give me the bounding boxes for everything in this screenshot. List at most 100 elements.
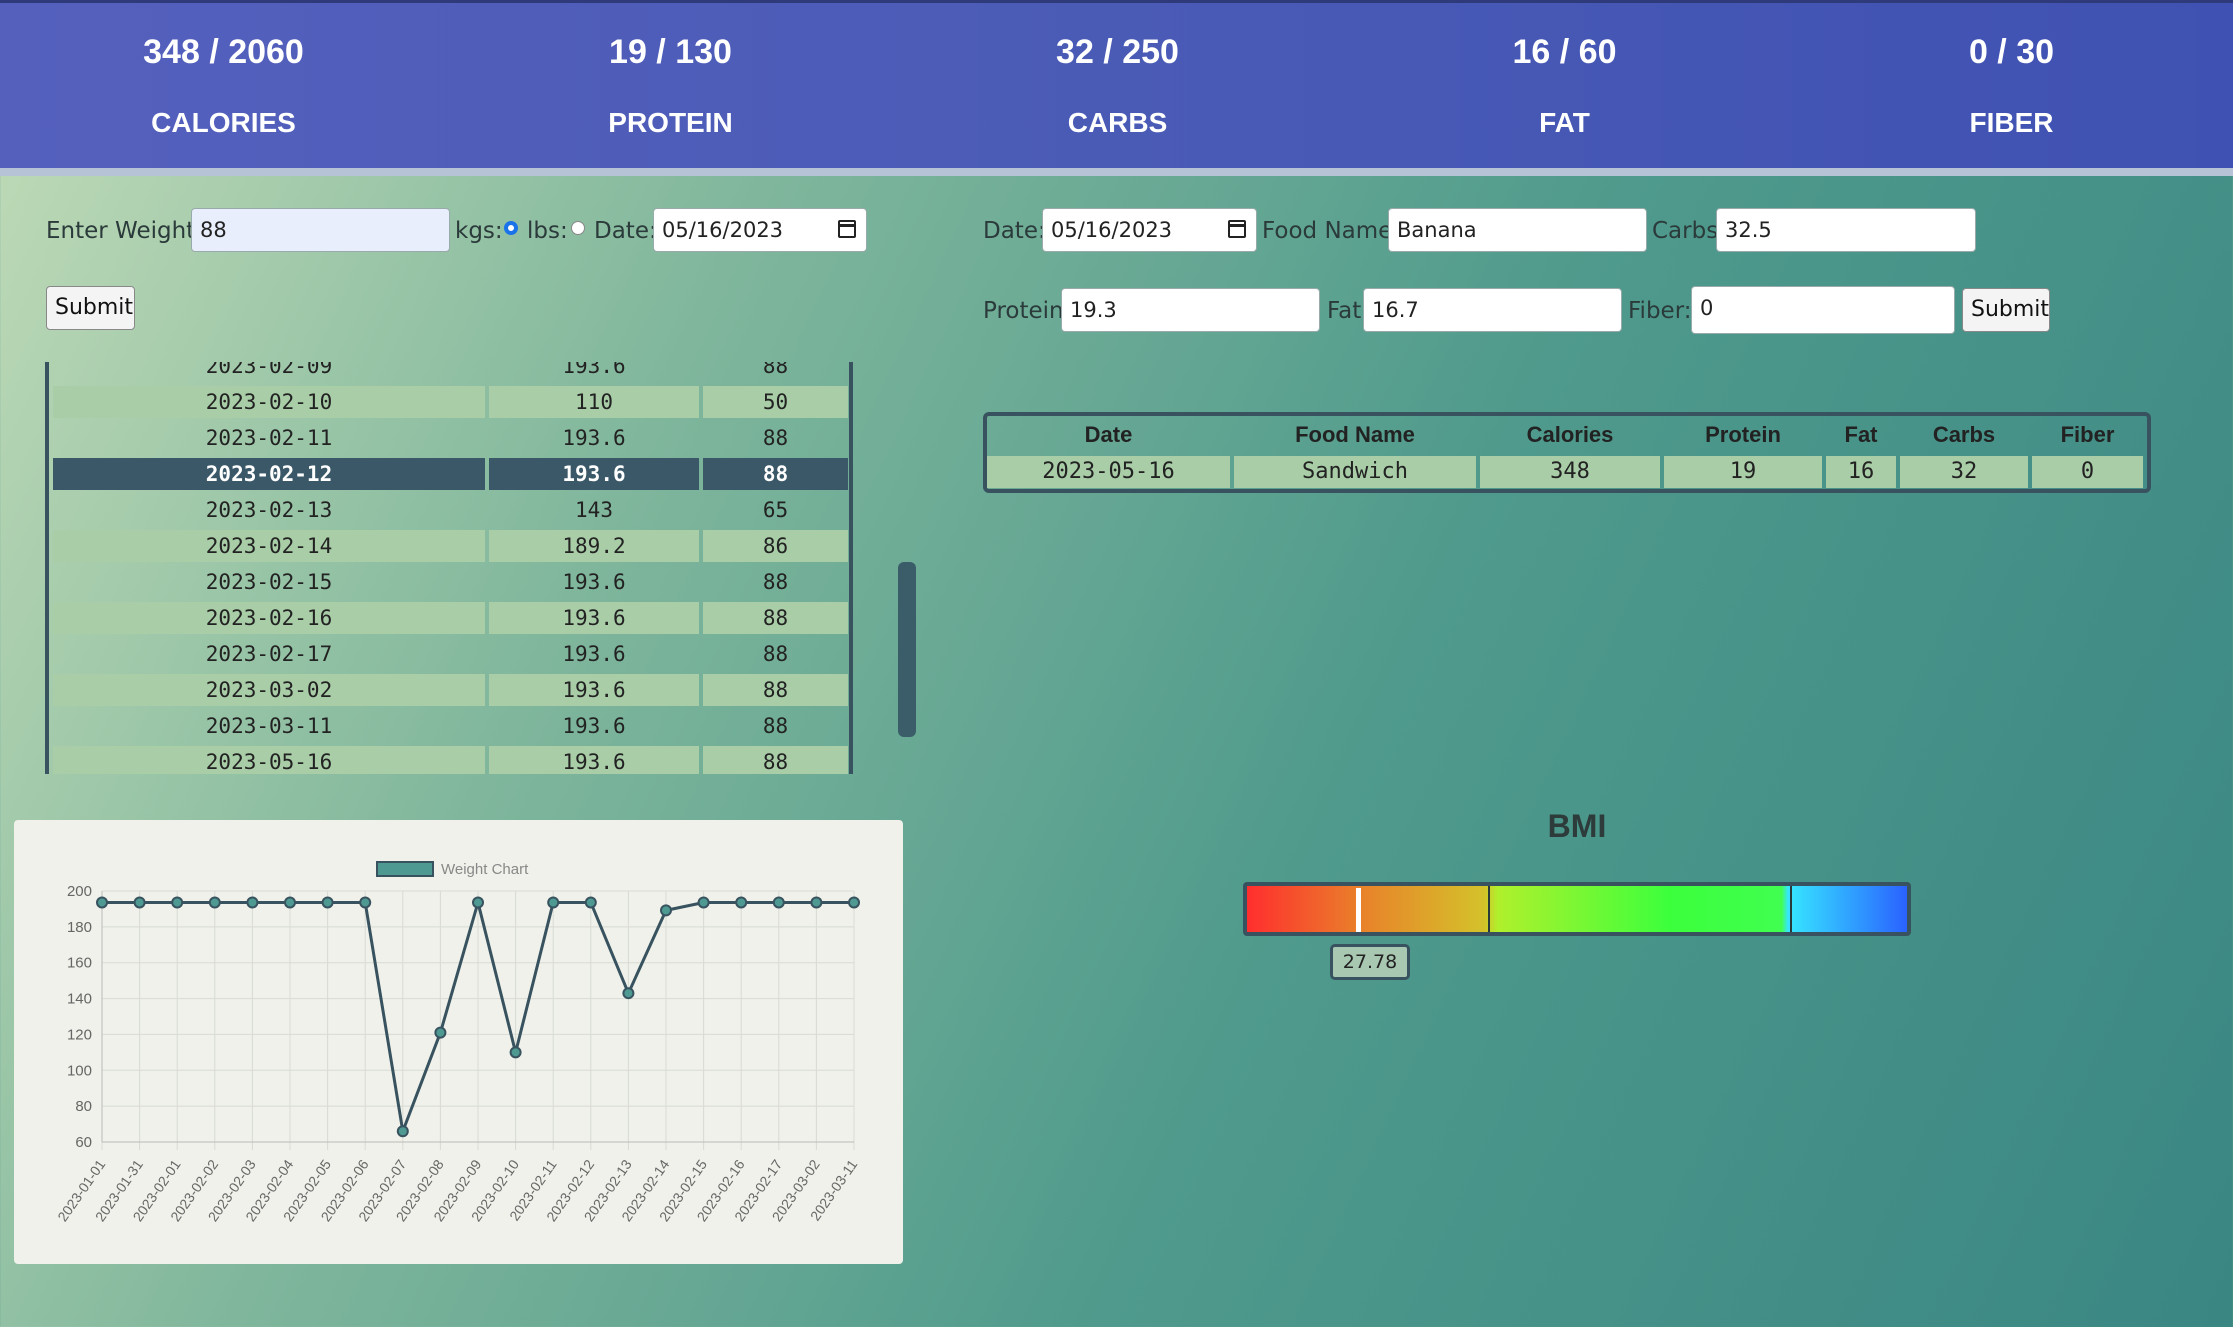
weight-cell-lbs: 193.6	[562, 714, 626, 738]
weight-cell-lbs: 193.6	[489, 674, 699, 706]
table-row[interactable]: 2023-02-10 110 50	[49, 386, 849, 422]
weight-cell-kgs: 88	[762, 642, 789, 666]
legend-swatch	[376, 861, 434, 877]
y-tick-label: 80	[75, 1098, 92, 1115]
table-row[interactable]: 2023-02-15 193.6 88	[49, 566, 849, 602]
calories-label: CALORIES	[151, 107, 296, 138]
table-row[interactable]: 2023-02-16 193.6 88	[49, 602, 849, 638]
y-tick-label: 160	[67, 955, 92, 972]
fat-value: 16 / 60	[1512, 33, 1617, 71]
data-point	[848, 896, 860, 909]
weight-submit-button[interactable]: Submit	[46, 286, 135, 330]
data-point	[396, 1125, 409, 1138]
weight-table-scrollbar[interactable]	[898, 562, 916, 737]
data-point	[697, 896, 710, 909]
weight-cell-lbs: 193.6	[489, 602, 699, 634]
data-point	[96, 896, 108, 909]
food-date-label: Date:	[983, 218, 1046, 244]
weight-cell-kgs: 88	[762, 714, 789, 738]
weight-cell-kgs: 88	[703, 674, 848, 706]
data-point	[246, 896, 259, 909]
data-point	[660, 904, 672, 917]
protein-input[interactable]: 19.3	[1061, 288, 1320, 332]
table-row[interactable]: 2023-02-17 193.6 88	[49, 638, 849, 674]
food-name-input[interactable]: Banana	[1388, 208, 1647, 252]
bmi-divider-normal	[1488, 886, 1490, 932]
food-cell: 16	[1826, 456, 1896, 488]
data-point	[284, 896, 296, 909]
header-divider	[0, 168, 2233, 176]
weight-cell-lbs: 143	[575, 498, 613, 522]
weight-cell-kgs: 88	[762, 570, 789, 594]
data-point	[434, 1026, 447, 1039]
y-tick-label: 200	[67, 883, 92, 900]
carbs-input[interactable]: 32.5	[1716, 208, 1976, 252]
table-row[interactable]: 2023-02-11 193.6 88	[49, 422, 849, 458]
food-column-header: Fiber	[2060, 422, 2115, 447]
weight-cell-kgs: 88	[703, 458, 848, 490]
weight-cell-lbs: 193.6	[562, 570, 626, 594]
data-point	[509, 1046, 522, 1059]
data-point	[810, 896, 823, 909]
weight-chart-card: Weight Chart 60 80 100 120 140 160 180 200 2023-0…	[14, 820, 903, 1264]
bmi-divider-overweight	[1790, 886, 1792, 932]
calendar-icon[interactable]	[838, 220, 856, 238]
food-date-value: 05/16/2023	[1051, 218, 1173, 242]
table-row[interactable]: 2023-02-13 143 65	[49, 494, 849, 530]
lbs-label: lbs:	[527, 218, 568, 244]
food-cell: Sandwich	[1234, 456, 1476, 488]
table-row[interactable]: 2023-05-16 193.6 88	[49, 746, 849, 774]
food-cell: 2023-05-16	[987, 456, 1230, 488]
food-date-input[interactable]: 05/16/2023	[1042, 208, 1257, 252]
table-row[interactable]: 2023-03-02 193.6 88	[49, 674, 849, 710]
weight-cell-kgs: 50	[703, 386, 848, 418]
data-point	[547, 896, 560, 909]
fiber-input[interactable]: 0	[1691, 286, 1955, 334]
food-submit-button[interactable]: Submit	[1962, 288, 2050, 332]
data-point	[171, 896, 184, 909]
protein-value: 19 / 130	[609, 33, 732, 71]
weight-chart: Weight Chart60801001201401601802002023-0…	[54, 861, 861, 1224]
weight-input[interactable]: 88	[191, 208, 450, 252]
food-cell: 32	[1900, 456, 2028, 488]
kgs-radio[interactable]	[504, 221, 518, 235]
weight-cell-lbs: 110	[489, 386, 699, 418]
data-point	[584, 896, 597, 909]
table-row[interactable]: 2023-03-11 193.6 88	[49, 710, 849, 746]
legend-label: Weight Chart	[441, 861, 529, 878]
table-row[interactable]: 2023-02-12 193.6 88	[49, 458, 849, 494]
fat-label: Fat	[1327, 298, 1362, 324]
weight-cell-lbs: 193.6	[562, 642, 626, 666]
food-log-table: Date Food Name Calories Protein Fat Carbs Fibe…	[983, 412, 2151, 493]
protein-label: PROTEIN	[608, 107, 733, 138]
weight-cell-lbs: 193.6	[489, 458, 699, 490]
weight-cell-date: 2023-03-11	[205, 714, 333, 738]
weight-cell-date: 2023-02-09	[205, 362, 333, 378]
y-tick-label: 140	[67, 991, 92, 1008]
calendar-icon[interactable]	[1228, 220, 1246, 238]
bmi-title: BMI	[1547, 808, 1607, 844]
protein-label: Protein	[983, 298, 1064, 324]
fat-input[interactable]: 16.7	[1363, 288, 1622, 332]
weight-cell-date: 2023-02-12	[53, 458, 485, 490]
food-table-row: 2023-05-16 Sandwich 348 19 16 32 0	[987, 456, 2147, 488]
fiber-value: 0 / 30	[1968, 33, 2055, 71]
fiber-label: FIBER	[1969, 107, 2054, 138]
food-column-header: Fat	[1844, 422, 1878, 447]
weight-cell-kgs: 65	[762, 498, 789, 522]
weight-cell-lbs: 193.6	[562, 362, 626, 378]
y-tick-label: 180	[67, 919, 92, 936]
data-point	[208, 896, 221, 909]
bmi-marker	[1356, 888, 1361, 932]
food-column-header: Carbs	[1932, 422, 1996, 447]
weight-cell-kgs: 88	[703, 746, 848, 774]
data-point	[321, 896, 334, 909]
weight-cell-lbs: 189.2	[489, 530, 699, 562]
weight-cell-date: 2023-02-14	[53, 530, 485, 562]
table-row[interactable]: 2023-02-09 193.6 88	[49, 362, 849, 386]
lbs-radio[interactable]	[571, 221, 585, 235]
weight-cell-kgs: 86	[703, 530, 848, 562]
table-row[interactable]: 2023-02-14 189.2 86	[49, 530, 849, 566]
weight-cell-kgs: 88	[762, 426, 789, 450]
weight-date-input[interactable]: 05/16/2023	[653, 208, 867, 252]
